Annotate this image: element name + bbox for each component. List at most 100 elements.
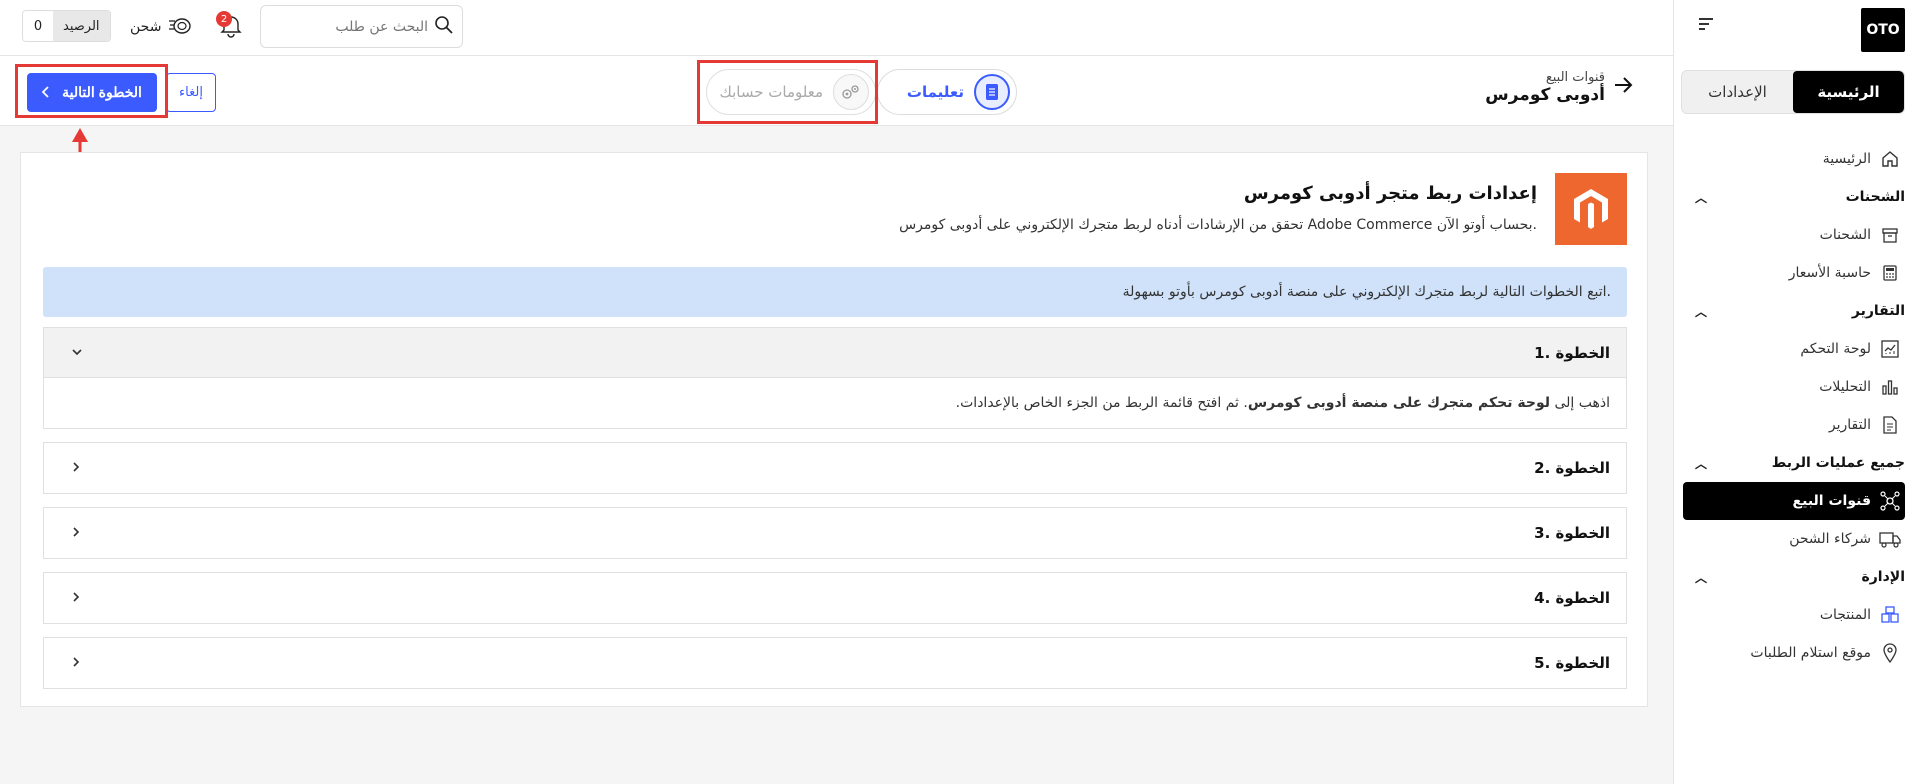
card-title: إعدادات ربط متجر أدوبی کومرس	[1243, 183, 1537, 204]
accordion-title: 1. الخطوة	[1534, 343, 1610, 362]
accordion-header[interactable]: 4. الخطوة	[44, 573, 1626, 623]
accordion-header[interactable]: 1. الخطوة	[44, 328, 1626, 378]
sidebar-item-label: المنتجات	[1819, 607, 1871, 623]
accordion-title: 4. الخطوة	[1534, 589, 1610, 607]
accordion-step-3: 3. الخطوة	[43, 507, 1627, 559]
search-box[interactable]	[260, 5, 463, 48]
card-subtitle: تحقق من الإرشادات أدناه لربط متجرك الإلك…	[899, 217, 1537, 233]
chevron-down-icon	[72, 345, 82, 360]
sidebar-item-analytics[interactable]: التحليلات	[1673, 368, 1915, 406]
search-input[interactable]	[278, 18, 428, 35]
chevron-left-icon	[72, 591, 80, 606]
sidebar-item-products[interactable]: المنتجات	[1673, 596, 1915, 634]
magento-logo	[1555, 173, 1627, 245]
truck-icon	[1879, 528, 1901, 550]
oto-logo[interactable]: OTO	[1861, 8, 1905, 52]
accordion-header[interactable]: 3. الخطوة	[44, 508, 1626, 558]
sidebar-item-reports[interactable]: التقارير	[1673, 406, 1915, 444]
accordion-step-4: 4. الخطوة	[43, 572, 1627, 624]
location-pin-icon	[1879, 642, 1901, 664]
sidebar-item-dashboard[interactable]: لوحة التحكم	[1673, 330, 1915, 368]
network-icon	[1879, 490, 1901, 512]
section-label: الشحنات	[1845, 189, 1905, 205]
sidebar-item-calculator[interactable]: حاسبة الأسعار	[1673, 254, 1915, 292]
section-reports[interactable]: التقارير ︿	[1673, 292, 1915, 330]
annotation-highlight-next	[15, 64, 168, 118]
sidebar-item-shipments[interactable]: الشحنات	[1673, 216, 1915, 254]
step-1-instructions: اذهب إلى لوحة تحكم متجرك على منصة أدوبی …	[956, 395, 1610, 411]
accordion-title: 5. الخطوة	[1534, 654, 1610, 672]
home-icon	[1879, 148, 1901, 170]
chevron-up-icon: ︿	[1695, 304, 1708, 319]
report-icon	[1879, 414, 1901, 436]
section-integrations[interactable]: جميع عمليات الربط ︿	[1673, 444, 1915, 482]
sidebar: OTO الرئيسية الإعدادات الرئيسية الشحنات …	[1673, 0, 1915, 784]
accordion-title: 2. الخطوة	[1534, 459, 1610, 477]
sidebar-item-sales-channels[interactable]: قنوات البيع	[1683, 482, 1905, 520]
section-label: الإدارة	[1861, 569, 1905, 585]
search-icon	[434, 15, 454, 39]
accordion-step-2: 2. الخطوة	[43, 442, 1627, 494]
sidebar-tabs: الرئيسية الإعدادات	[1681, 70, 1905, 114]
chevron-up-icon: ︿	[1695, 190, 1708, 205]
calculator-icon	[1879, 262, 1901, 284]
sidebar-nav: الرئيسية الشحنات ︿ الشحنات حاسبة الأسعار…	[1673, 140, 1915, 672]
balance-widget[interactable]: 0 الرصيد	[22, 10, 111, 42]
accordion-header[interactable]: 2. الخطوة	[44, 443, 1626, 493]
step-instructions[interactable]: تعليمات	[877, 69, 1017, 115]
accordion-header[interactable]: 5. الخطوة	[44, 638, 1626, 688]
chevron-up-icon: ︿	[1695, 456, 1708, 471]
chevron-left-icon	[72, 656, 80, 671]
ship-button[interactable]: شحن	[130, 14, 193, 40]
breadcrumb: قنوات البيع أدوبی کومرس	[1485, 70, 1605, 105]
sidebar-item-label: التحليلات	[1819, 379, 1871, 395]
cancel-button[interactable]: إلغاء	[166, 73, 216, 112]
back-breadcrumb[interactable]: قنوات البيع أدوبی کومرس	[1485, 70, 1633, 105]
chevron-left-icon	[72, 461, 80, 476]
section-label: التقارير	[1851, 303, 1905, 319]
info-banner: اتبع الخطوات التالية لربط متجرك الإلكترو…	[43, 267, 1627, 317]
balance-value: 0	[23, 11, 53, 41]
step-1-bold: لوحة تحكم متجرك على منصة أدوبی کومرس	[1247, 395, 1551, 411]
step-label: تعليمات	[906, 83, 964, 101]
breadcrumb-parent[interactable]: قنوات البيع	[1485, 70, 1605, 85]
integration-card: إعدادات ربط متجر أدوبی کومرس تحقق من الإ…	[20, 152, 1648, 707]
step-1-suffix: . ثم افتح قائمة الربط من الجزء الخاص بال…	[955, 395, 1248, 411]
sidebar-item-label: لوحة التحكم	[1800, 341, 1871, 357]
top-bar: 0 الرصيد شحن 2	[0, 0, 1673, 56]
sidebar-item-label: التقارير	[1828, 417, 1871, 433]
dashboard-icon	[1879, 338, 1901, 360]
chevron-left-icon	[72, 526, 80, 541]
document-icon	[974, 74, 1010, 110]
accordion-title: 3. الخطوة	[1534, 524, 1610, 542]
menu-toggle-icon[interactable]	[1699, 18, 1715, 32]
step-1-prefix: اذهب إلى	[1550, 395, 1610, 411]
products-icon	[1879, 604, 1901, 626]
sidebar-item-label: حاسبة الأسعار	[1788, 265, 1871, 281]
arrow-right-icon[interactable]	[1613, 75, 1633, 100]
wizard-header: قنوات البيع أدوبی کومرس تعليمات معلومات …	[0, 56, 1673, 126]
box-icon	[1879, 224, 1901, 246]
section-management[interactable]: الإدارة ︿	[1673, 558, 1915, 596]
balance-label: الرصيد	[53, 11, 110, 41]
sidebar-item-label: الرئيسية	[1822, 151, 1871, 167]
sidebar-item-home[interactable]: الرئيسية	[1673, 140, 1915, 178]
sidebar-item-label: موقع استلام الطلبات	[1750, 645, 1871, 661]
sidebar-item-pickup-location[interactable]: موقع استلام الطلبات	[1673, 634, 1915, 672]
section-label: جميع عمليات الربط	[1771, 455, 1905, 471]
sidebar-item-shipping-partners[interactable]: شركاء الشحن	[1673, 520, 1915, 558]
accordion-body: اذهب إلى لوحة تحكم متجرك على منصة أدوبی …	[44, 378, 1626, 428]
annotation-highlight-step	[697, 60, 878, 124]
accordion-step-5: 5. الخطوة	[43, 637, 1627, 689]
ship-label: شحن	[130, 19, 162, 35]
tab-settings[interactable]: الإعدادات	[1682, 71, 1793, 113]
shipping-coins-icon	[167, 14, 193, 40]
tab-home[interactable]: الرئيسية	[1793, 71, 1904, 113]
page-title: أدوبی کومرس	[1485, 85, 1605, 105]
section-shipments[interactable]: الشحنات ︿	[1673, 178, 1915, 216]
sidebar-item-label: قنوات البيع	[1792, 493, 1871, 509]
sidebar-item-label: شركاء الشحن	[1789, 531, 1871, 547]
accordion-step-1: 1. الخطوة اذهب إلى لوحة تحكم متجرك على م…	[43, 327, 1627, 429]
notification-badge: 2	[216, 11, 232, 27]
sidebar-item-label: الشحنات	[1819, 227, 1871, 243]
